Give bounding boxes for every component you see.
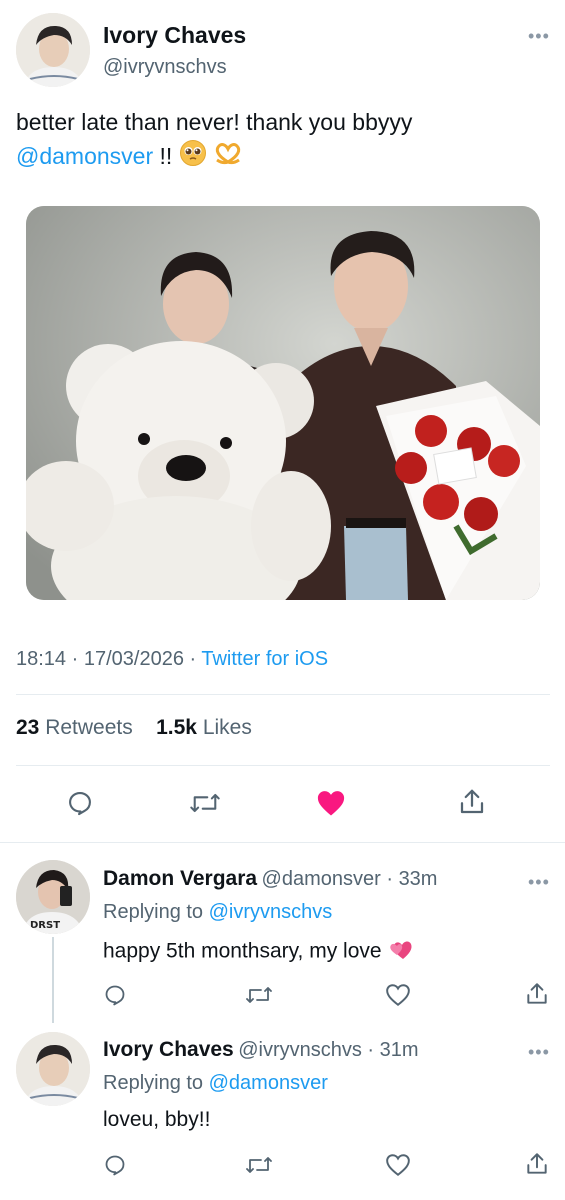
- heart-hands-emoji: [213, 141, 243, 175]
- replying-label: Replying to: [103, 901, 204, 923]
- reply-age: 33m: [398, 868, 438, 890]
- reply-icon: [105, 1155, 125, 1176]
- reply-reply-button[interactable]: [100, 1150, 130, 1180]
- tweet-timestamp: 18:14 · 17/03/2026 · Twitter for iOS: [16, 648, 328, 671]
- divider: [0, 842, 565, 843]
- retweet-icon: [246, 1157, 272, 1173]
- replying-label: Replying to: [103, 1072, 204, 1094]
- reply-text: happy 5th monthsary, my love: [103, 937, 415, 967]
- reply-age: 31m: [379, 1039, 419, 1061]
- tweet-text: better late than never! thank you bbyyy …: [16, 105, 546, 176]
- tweet-text-suffix: !!: [153, 143, 173, 169]
- reply-share-button[interactable]: [522, 979, 552, 1009]
- reply-header: Damon Vergara @damonsver · 33m: [103, 867, 437, 891]
- likes-count: 1.5k: [156, 716, 197, 739]
- heart-icon: [386, 1154, 410, 1176]
- meta-separator: ·: [66, 648, 84, 670]
- author-avatar[interactable]: [16, 13, 90, 87]
- divider: [16, 765, 550, 766]
- divider: [16, 694, 550, 695]
- retweets-count: 23: [16, 716, 40, 739]
- reply-separator: ·: [361, 1039, 380, 1061]
- share-icon: [527, 983, 547, 1004]
- reply-reply-button[interactable]: [100, 980, 130, 1010]
- reply-author-handle[interactable]: @ivryvnschvs: [238, 1039, 362, 1061]
- tweet-stats: 23 Retweets 1.5k Likes: [16, 716, 252, 740]
- retweet-button[interactable]: [186, 786, 224, 820]
- reply-button[interactable]: [62, 786, 98, 820]
- more-options-icon[interactable]: •••: [528, 1042, 550, 1063]
- more-options-icon[interactable]: •••: [528, 26, 550, 47]
- tweet-text-body: better late than never! thank you bbyyy: [16, 109, 413, 135]
- tweet-date: 17/03/2026: [83, 648, 184, 670]
- retweet-icon: [246, 987, 272, 1003]
- pleading-face-emoji: [179, 139, 207, 176]
- likes-label: Likes: [202, 716, 252, 739]
- mention-link[interactable]: @damonsver: [16, 143, 153, 169]
- replying-to: Replying to @ivryvnschvs: [103, 901, 332, 924]
- tweet-photo[interactable]: [26, 206, 540, 600]
- share-button[interactable]: [454, 784, 490, 820]
- retweet-icon: [190, 793, 220, 813]
- reply-avatar[interactable]: [16, 1032, 90, 1106]
- retweets-stat[interactable]: 23 Retweets: [16, 716, 133, 739]
- meta-separator-2: ·: [183, 648, 202, 670]
- share-icon: [527, 1153, 547, 1174]
- sparkling-heart-emoji: [387, 937, 415, 967]
- reply-text: loveu, bby!!: [103, 1108, 211, 1131]
- thread-line: [52, 937, 54, 1023]
- svg-text:DRST: DRST: [30, 920, 60, 931]
- reply-text-body: happy 5th monthsary, my love: [103, 939, 382, 963]
- reply-retweet-button[interactable]: [243, 980, 275, 1010]
- retweets-label: Retweets: [45, 716, 133, 739]
- reply-icon: [105, 985, 125, 1006]
- like-button[interactable]: [313, 786, 349, 820]
- heart-filled-icon: [317, 791, 345, 816]
- author-name[interactable]: Ivory Chaves: [103, 22, 246, 49]
- reply-share-button[interactable]: [522, 1149, 552, 1179]
- reply-like-button[interactable]: [383, 1150, 413, 1180]
- reply-author-name[interactable]: Ivory Chaves: [103, 1038, 234, 1061]
- author-handle[interactable]: @ivryvnschvs: [103, 56, 227, 79]
- heart-icon: [386, 984, 410, 1006]
- more-options-icon[interactable]: •••: [528, 872, 550, 893]
- replying-to-link[interactable]: @damonsver: [209, 1072, 328, 1094]
- tweet-source-link[interactable]: Twitter for iOS: [201, 648, 328, 670]
- share-icon: [460, 789, 484, 814]
- reply-header: Ivory Chaves @ivryvnschvs · 31m: [103, 1038, 419, 1062]
- reply-author-name[interactable]: Damon Vergara: [103, 867, 257, 890]
- likes-stat[interactable]: 1.5k Likes: [156, 716, 252, 739]
- reply-separator: ·: [380, 868, 399, 890]
- reply-retweet-button[interactable]: [243, 1150, 275, 1180]
- replying-to-link[interactable]: @ivryvnschvs: [209, 901, 333, 923]
- reply-author-handle[interactable]: @damonsver: [262, 868, 381, 890]
- reply-like-button[interactable]: [383, 980, 413, 1010]
- tweet-time: 18:14: [16, 648, 67, 670]
- replying-to: Replying to @damonsver: [103, 1072, 328, 1095]
- reply-avatar[interactable]: DRST: [16, 860, 90, 934]
- reply-icon: [69, 792, 91, 816]
